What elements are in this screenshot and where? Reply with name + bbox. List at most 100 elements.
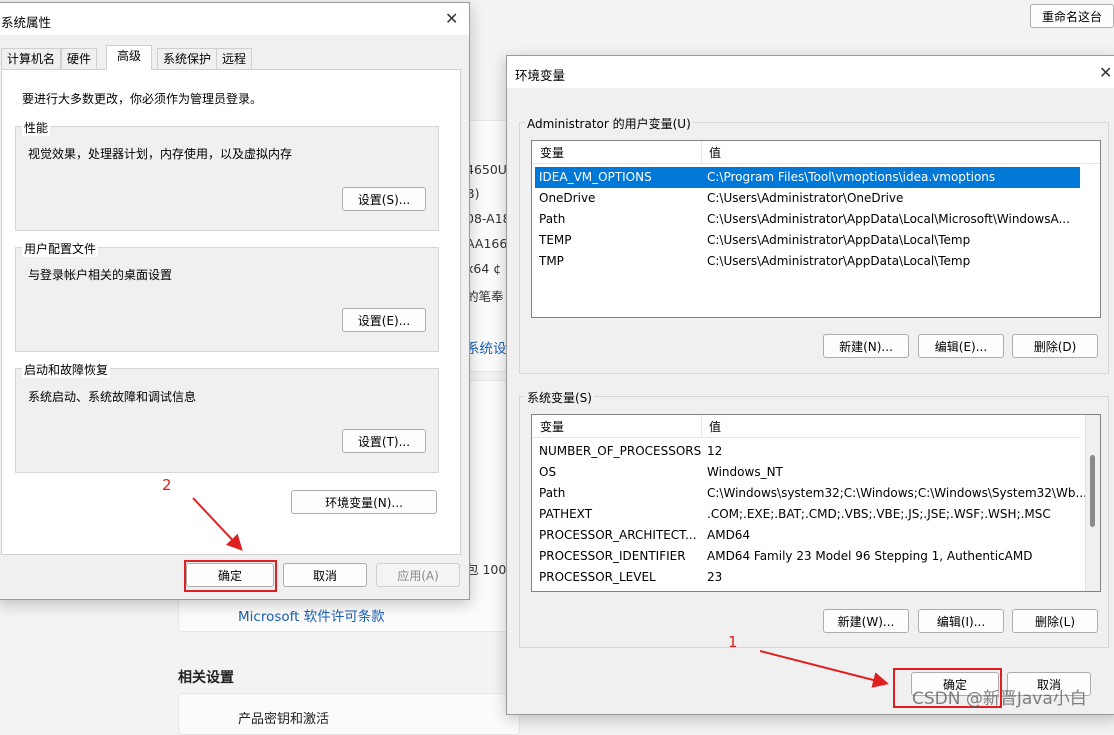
startup-recovery-label: 启动和故障恢复 xyxy=(22,361,111,378)
column-header-variable[interactable]: 变量 xyxy=(540,418,564,435)
license-terms-link[interactable]: Microsoft 软件许可条款 xyxy=(238,605,385,625)
title-bar xyxy=(507,56,1114,88)
system-vars-list[interactable]: 变量 值 NUMBER_OF_PROCESSORS 12 OS Windows_… xyxy=(531,414,1101,592)
environment-variables-button[interactable]: 环境变量(N)... xyxy=(291,490,437,514)
user-profile-desc: 与登录帐户相关的桌面设置 xyxy=(28,268,173,282)
var-name: IDEA_VM_OPTIONS xyxy=(539,170,652,184)
spec-fragment: 08-A18 xyxy=(466,211,511,226)
rename-pc-button[interactable]: 重命名这台 xyxy=(1030,4,1114,28)
user-profile-settings-button[interactable]: 设置(E)... xyxy=(342,308,426,332)
step-1-label: 1 xyxy=(728,633,738,651)
table-row[interactable]: NUMBER_OF_PROCESSORS 12 xyxy=(535,441,1080,462)
spec-fragment: 的笔奉 xyxy=(466,289,504,304)
dialog-title: 系统属性 xyxy=(1,15,52,30)
list-header: 变量 值 xyxy=(532,141,1100,164)
var-value: .COM;.EXE;.BAT;.CMD;.VBS;.VBE;.JS;.JSE;.… xyxy=(707,507,1051,521)
tab-computer-name[interactable]: 计算机名 xyxy=(1,48,62,70)
user-edit-button[interactable]: 编辑(E)... xyxy=(918,334,1004,358)
var-name: PROCESSOR_ARCHITECT... xyxy=(539,528,697,542)
var-value: C:\Users\Administrator\OneDrive xyxy=(707,191,904,205)
tab-hardware[interactable]: 硬件 xyxy=(61,48,98,70)
apply-button[interactable]: 应用(A) xyxy=(376,563,460,587)
close-icon[interactable]: ✕ xyxy=(1099,63,1112,82)
user-vars-label: Administrator 的用户变量(U) xyxy=(525,115,693,132)
spec-fragment: AA166 xyxy=(466,236,508,251)
var-value: C:\Program Files\Tool\vmoptions\idea.vmo… xyxy=(707,170,996,184)
var-name: PROCESSOR_IDENTIFIER xyxy=(539,549,686,563)
user-new-button[interactable]: 新建(N)... xyxy=(823,334,909,358)
var-value: C:\Users\Administrator\AppData\Local\Mic… xyxy=(707,212,1070,226)
column-header-value[interactable]: 值 xyxy=(709,144,721,161)
step-2-label: 2 xyxy=(162,476,172,494)
var-value: 12 xyxy=(707,444,723,458)
var-name: TEMP xyxy=(539,233,572,247)
title-bar xyxy=(0,3,469,35)
spec-fragment: x64 ¢ xyxy=(466,261,502,276)
var-name: OneDrive xyxy=(539,191,596,205)
user-vars-list[interactable]: 变量 值 IDEA_VM_OPTIONS C:\Program Files\To… xyxy=(531,140,1101,318)
product-key-link[interactable]: 产品密钥和激活 xyxy=(238,708,329,727)
column-header-value[interactable]: 值 xyxy=(709,418,721,435)
var-name: NUMBER_OF_PROCESSORS xyxy=(539,444,702,458)
scrollbar[interactable] xyxy=(1085,415,1100,591)
related-settings-card xyxy=(178,693,520,735)
arrow-icon xyxy=(759,650,889,688)
environment-variables-dialog: 环境变量 ✕ Administrator 的用户变量(U) 变量 值 IDEA_… xyxy=(506,55,1114,715)
table-row[interactable]: IDEA_VM_OPTIONS C:\Program Files\Tool\vm… xyxy=(535,167,1080,188)
list-header: 变量 值 xyxy=(532,415,1081,438)
table-row[interactable]: TMP C:\Users\Administrator\AppData\Local… xyxy=(535,251,1080,272)
var-value: 23 xyxy=(707,570,723,584)
table-row[interactable]: PATHEXT .COM;.EXE;.BAT;.CMD;.VBS;.VBE;.J… xyxy=(535,504,1080,525)
dialog-title: 环境变量 xyxy=(515,68,566,83)
var-value: AMD64 Family 23 Model 96 Stepping 1, Aut… xyxy=(707,549,1033,563)
admin-note: 要进行大多数更改，你必须作为管理员登录。 xyxy=(22,92,263,106)
var-name: PROCESSOR_LEVEL xyxy=(539,570,656,584)
tab-remote[interactable]: 远程 xyxy=(216,48,253,70)
var-name: Path xyxy=(539,212,566,226)
var-name: TMP xyxy=(539,254,564,268)
user-delete-button[interactable]: 删除(D) xyxy=(1012,334,1098,358)
related-settings-heading: 相关设置 xyxy=(178,670,234,686)
column-divider[interactable] xyxy=(701,141,702,163)
var-value: Windows_NT xyxy=(707,465,783,479)
system-link[interactable]: 系统设 xyxy=(466,337,507,357)
table-row[interactable]: Path C:\Windows\system32;C:\Windows;C:\W… xyxy=(535,483,1087,504)
tab-panel: 要进行大多数更改，你必须作为管理员登录。 性能 视觉效果，处理器计划，内存使用，… xyxy=(1,69,461,555)
tab-advanced[interactable]: 高级 xyxy=(106,45,153,70)
table-row[interactable]: OS Windows_NT xyxy=(535,462,1080,483)
system-edit-button[interactable]: 编辑(I)... xyxy=(918,609,1004,633)
spec-fragment: 4650U xyxy=(466,162,507,177)
close-icon[interactable]: ✕ xyxy=(445,9,458,28)
var-value: C:\Windows\system32;C:\Windows;C:\Window… xyxy=(707,486,1087,500)
table-row[interactable]: PROCESSOR_ARCHITECT... AMD64 xyxy=(535,525,1080,546)
table-row[interactable]: Path C:\Users\Administrator\AppData\Loca… xyxy=(535,209,1080,230)
tab-system-protection[interactable]: 系统保护 xyxy=(157,48,218,70)
watermark: CSDN @新晋Java小白 xyxy=(912,689,1087,709)
var-value: C:\Users\Administrator\AppData\Local\Tem… xyxy=(707,254,971,268)
startup-recovery-settings-button[interactable]: 设置(T)... xyxy=(342,429,426,453)
performance-group xyxy=(15,126,439,231)
arrow-icon xyxy=(192,497,243,551)
cancel-button[interactable]: 取消 xyxy=(283,563,367,587)
system-vars-label: 系统变量(S) xyxy=(525,389,594,406)
column-header-variable[interactable]: 变量 xyxy=(540,144,564,161)
startup-recovery-desc: 系统启动、系统故障和调试信息 xyxy=(28,390,197,404)
table-row[interactable]: TEMP C:\Users\Administrator\AppData\Loca… xyxy=(535,230,1080,251)
scrollbar-thumb[interactable] xyxy=(1090,455,1095,527)
user-profile-label: 用户配置文件 xyxy=(22,240,99,257)
var-value: C:\Users\Administrator\AppData\Local\Tem… xyxy=(707,233,971,247)
performance-settings-button[interactable]: 设置(S)... xyxy=(342,187,426,211)
system-new-button[interactable]: 新建(W)... xyxy=(823,609,909,633)
var-name: PATHEXT xyxy=(539,507,593,521)
table-row[interactable]: OneDrive C:\Users\Administrator\OneDrive xyxy=(535,188,1080,209)
var-name: OS xyxy=(539,465,557,479)
table-row[interactable]: PROCESSOR_LEVEL 23 xyxy=(535,567,1080,588)
table-row[interactable]: PROCESSOR_IDENTIFIER AMD64 Family 23 Mod… xyxy=(535,546,1080,567)
performance-label: 性能 xyxy=(22,119,51,136)
startup-recovery-group xyxy=(15,368,439,473)
column-divider[interactable] xyxy=(701,415,702,437)
system-delete-button[interactable]: 删除(L) xyxy=(1012,609,1098,633)
user-profile-group xyxy=(15,247,439,352)
highlight-box-step2 xyxy=(184,560,277,592)
var-name: Path xyxy=(539,486,566,500)
